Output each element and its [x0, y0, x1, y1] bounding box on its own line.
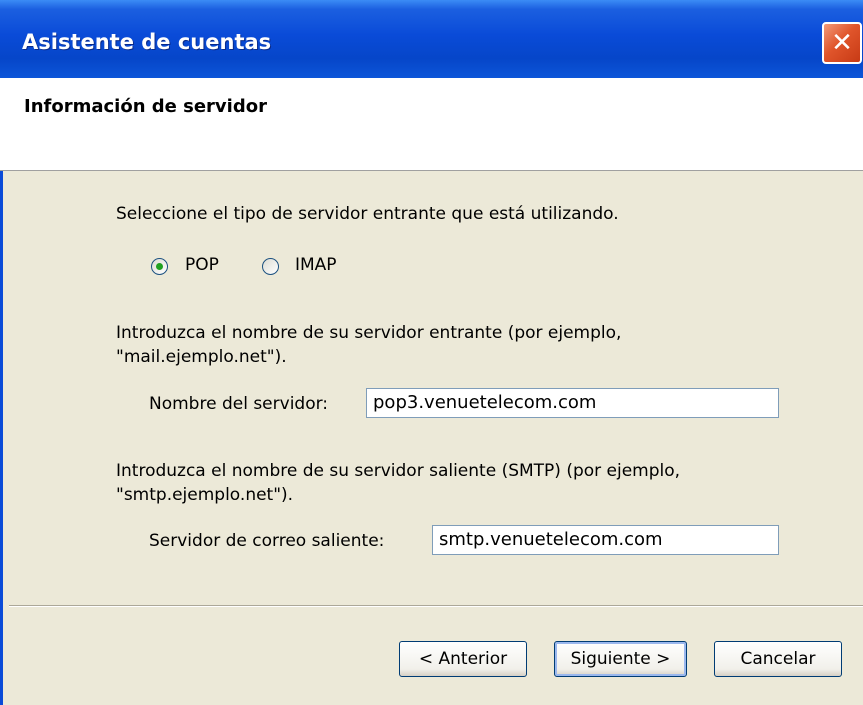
outgoing-server-input[interactable]: smtp.venuetelecom.com	[432, 525, 779, 555]
back-button[interactable]: < Anterior	[399, 641, 527, 677]
wizard-body: Seleccione el tipo de servidor entrante …	[0, 171, 863, 705]
next-button[interactable]: Siguiente >	[554, 641, 687, 677]
imap-radio[interactable]	[262, 258, 279, 275]
outgoing-prompt-line2: "smtp.ejemplo.net").	[116, 485, 294, 505]
pop-radio-label[interactable]: POP	[185, 255, 219, 275]
close-icon: ✕	[831, 28, 853, 58]
outgoing-server-label: Servidor de correo saliente:	[149, 531, 385, 551]
incoming-prompt-line1: Introduzca el nombre de su servidor entr…	[116, 323, 622, 343]
radio-selected-dot	[156, 263, 163, 270]
close-button[interactable]: ✕	[822, 22, 862, 64]
cancel-button[interactable]: Cancelar	[714, 641, 842, 677]
page-title: Información de servidor	[24, 96, 267, 117]
window-title: Asistente de cuentas	[22, 30, 272, 54]
incoming-prompt-line2: "mail.ejemplo.net").	[116, 347, 287, 367]
server-type-prompt: Seleccione el tipo de servidor entrante …	[116, 204, 619, 224]
title-bar[interactable]: Asistente de cuentas ✕	[0, 0, 863, 78]
outgoing-prompt-line1: Introduzca el nombre de su servidor sali…	[116, 461, 681, 481]
account-wizard-window: Asistente de cuentas ✕ Información de se…	[0, 0, 863, 705]
divider	[9, 605, 863, 607]
pop-radio[interactable]	[151, 258, 168, 275]
incoming-server-label: Nombre del servidor:	[149, 394, 329, 414]
imap-radio-label[interactable]: IMAP	[295, 255, 337, 275]
incoming-server-input[interactable]: pop3.venuetelecom.com	[366, 388, 779, 418]
wizard-header: Información de servidor	[0, 78, 863, 171]
